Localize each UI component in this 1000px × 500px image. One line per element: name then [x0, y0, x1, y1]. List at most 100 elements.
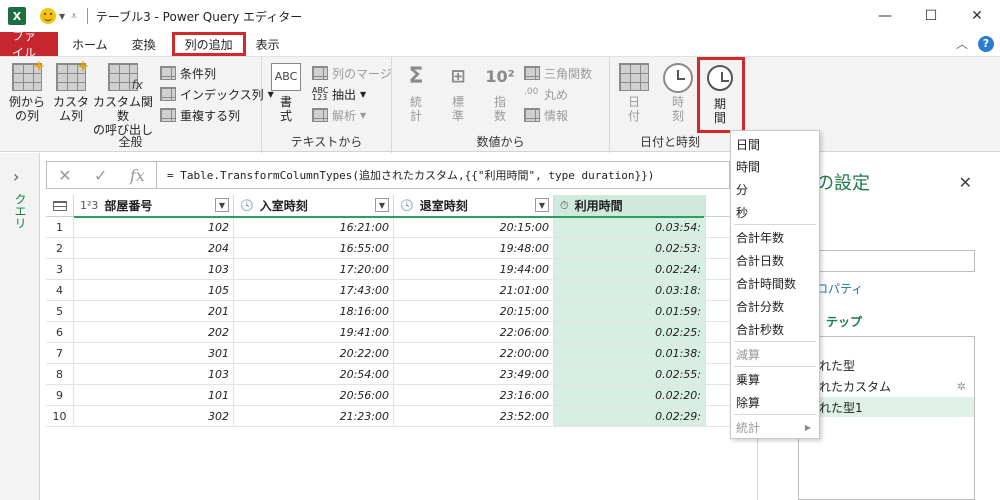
- cell-duration[interactable]: 0.01:59:: [554, 301, 706, 321]
- standard-button[interactable]: ⊞ 標 準: [440, 63, 476, 123]
- cell-exit-time[interactable]: 21:01:00: [394, 280, 554, 300]
- table-menu-icon[interactable]: [46, 195, 74, 216]
- cell-exit-time[interactable]: 23:52:00: [394, 406, 554, 426]
- cell-duration[interactable]: 0.03:18:: [554, 280, 706, 300]
- cell-room[interactable]: 102: [74, 217, 234, 237]
- cell-entry-time[interactable]: 17:43:00: [234, 280, 394, 300]
- cell-exit-time[interactable]: 23:16:00: [394, 385, 554, 405]
- time-button[interactable]: 時 刻: [660, 63, 696, 123]
- help-icon[interactable]: ?: [978, 35, 994, 52]
- step-item[interactable]: れた型1: [799, 397, 974, 417]
- row-number[interactable]: 8: [46, 364, 74, 384]
- tab-file[interactable]: ファイル: [0, 29, 58, 60]
- cell-entry-time[interactable]: 20:56:00: [234, 385, 394, 405]
- cell-entry-time[interactable]: 20:54:00: [234, 364, 394, 384]
- table-row[interactable]: 9 101 20:56:00 23:16:00 0.02:20:: [46, 385, 734, 406]
- collapse-ribbon-icon[interactable]: ︿: [956, 35, 968, 52]
- filter-dropdown-icon[interactable]: ▼: [215, 198, 229, 212]
- table-row[interactable]: 7 301 20:22:00 22:00:00 0.01:38:: [46, 343, 734, 364]
- close-button[interactable]: ✕: [954, 0, 1000, 32]
- information-button[interactable]: 情報: [524, 105, 568, 125]
- table-row[interactable]: 5 201 18:16:00 20:15:00 0.01:59:: [46, 301, 734, 322]
- table-row[interactable]: 6 202 19:41:00 22:06:00 0.02:25:: [46, 322, 734, 343]
- cell-exit-time[interactable]: 20:15:00: [394, 301, 554, 321]
- feedback-smiley-icon[interactable]: [40, 8, 56, 24]
- format-button[interactable]: ABC 書 式: [268, 63, 304, 123]
- row-number[interactable]: 9: [46, 385, 74, 405]
- index-column-button[interactable]: インデックス列 ▼: [160, 84, 274, 104]
- customize-toolbar-icon[interactable]: ⩡: [71, 11, 77, 22]
- step-item[interactable]: れた型: [799, 355, 974, 375]
- step-item[interactable]: れたカスタム ✲: [799, 376, 974, 396]
- cell-duration[interactable]: 0.01:38:: [554, 343, 706, 363]
- menu-item-days[interactable]: 日間: [731, 133, 819, 155]
- queries-rail[interactable]: › クエリ: [0, 153, 40, 500]
- table-row[interactable]: 3 103 17:20:00 19:44:00 0.02:24:: [46, 259, 734, 280]
- cell-entry-time[interactable]: 20:22:00: [234, 343, 394, 363]
- menu-item-seconds[interactable]: 秒: [731, 201, 819, 223]
- cell-entry-time[interactable]: 18:16:00: [234, 301, 394, 321]
- menu-item-total-hours[interactable]: 合計時間数: [731, 272, 819, 294]
- custom-column-button[interactable]: カスタ ム列: [50, 60, 92, 123]
- cell-room[interactable]: 302: [74, 406, 234, 426]
- cell-duration[interactable]: 0.03:54:: [554, 217, 706, 237]
- cell-room[interactable]: 202: [74, 322, 234, 342]
- cell-duration[interactable]: 0.02:55:: [554, 364, 706, 384]
- time-type-icon[interactable]: 🕓: [240, 199, 254, 212]
- table-row[interactable]: 1 102 16:21:00 20:15:00 0.03:54:: [46, 217, 734, 238]
- cell-exit-time[interactable]: 19:48:00: [394, 238, 554, 258]
- tab-add-column[interactable]: 列の追加: [171, 32, 246, 56]
- cell-duration[interactable]: 0.02:24:: [554, 259, 706, 279]
- cell-entry-time[interactable]: 21:23:00: [234, 406, 394, 426]
- cell-room[interactable]: 103: [74, 259, 234, 279]
- menu-item-divide[interactable]: 除算: [731, 391, 819, 413]
- menu-item-multiply[interactable]: 乗算: [731, 368, 819, 390]
- date-button[interactable]: 日 付: [616, 63, 652, 123]
- row-number[interactable]: 7: [46, 343, 74, 363]
- tab-view[interactable]: 表示: [252, 32, 284, 56]
- cell-exit-time[interactable]: 22:06:00: [394, 322, 554, 342]
- cell-room[interactable]: 101: [74, 385, 234, 405]
- table-row[interactable]: 8 103 20:54:00 23:49:00 0.02:55:: [46, 364, 734, 385]
- tab-transform[interactable]: 変換: [122, 32, 166, 56]
- pane-close-icon[interactable]: ✕: [959, 173, 972, 192]
- number-type-icon[interactable]: 1²3: [80, 199, 98, 212]
- column-from-examples-button[interactable]: 例から の列: [6, 60, 48, 123]
- row-number[interactable]: 2: [46, 238, 74, 258]
- cancel-formula-icon[interactable]: ✕: [58, 166, 71, 185]
- filter-dropdown-icon[interactable]: ▼: [535, 198, 549, 212]
- scientific-button[interactable]: 10² 指 数: [482, 63, 518, 123]
- trigonometry-button[interactable]: 三角関数: [524, 63, 592, 83]
- parse-button[interactable]: 解析 ▼: [312, 105, 366, 125]
- menu-item-minutes[interactable]: 分: [731, 178, 819, 200]
- table-row[interactable]: 2 204 16:55:00 19:48:00 0.02:53:: [46, 238, 734, 259]
- cell-exit-time[interactable]: 19:44:00: [394, 259, 554, 279]
- conditional-column-button[interactable]: 条件列: [160, 63, 216, 83]
- merge-columns-button[interactable]: 列のマージ: [312, 63, 392, 83]
- table-row[interactable]: 4 105 17:43:00 21:01:00 0.03:18:: [46, 280, 734, 301]
- table-row[interactable]: 10 302 21:23:00 23:52:00 0.02:29:: [46, 406, 734, 427]
- menu-item-total-years[interactable]: 合計年数: [731, 226, 819, 248]
- quick-access-dropdown-icon[interactable]: ▼: [59, 12, 65, 21]
- row-number[interactable]: 1: [46, 217, 74, 237]
- invoke-custom-function-button[interactable]: fx カスタム関数 の呼び出し: [92, 63, 154, 137]
- cell-room[interactable]: 105: [74, 280, 234, 300]
- tab-home[interactable]: ホーム: [58, 32, 122, 56]
- cell-duration[interactable]: 0.02:25:: [554, 322, 706, 342]
- menu-item-total-days[interactable]: 合計日数: [731, 249, 819, 271]
- cell-duration[interactable]: 0.02:20:: [554, 385, 706, 405]
- cell-exit-time[interactable]: 22:00:00: [394, 343, 554, 363]
- row-number[interactable]: 10: [46, 406, 74, 426]
- minimize-button[interactable]: —: [862, 0, 908, 32]
- row-number[interactable]: 3: [46, 259, 74, 279]
- maximize-button[interactable]: ☐: [908, 0, 954, 32]
- filter-dropdown-icon[interactable]: ▼: [375, 198, 389, 212]
- rounding-button[interactable]: .00 丸め: [524, 84, 568, 104]
- duration-type-icon[interactable]: ⏱: [560, 199, 569, 213]
- column-header-entry-time[interactable]: 🕓 入室時刻 ▼: [234, 195, 394, 216]
- cell-entry-time[interactable]: 16:21:00: [234, 217, 394, 237]
- cell-room[interactable]: 103: [74, 364, 234, 384]
- row-number[interactable]: 6: [46, 322, 74, 342]
- menu-item-hours[interactable]: 時間: [731, 155, 819, 177]
- cell-room[interactable]: 204: [74, 238, 234, 258]
